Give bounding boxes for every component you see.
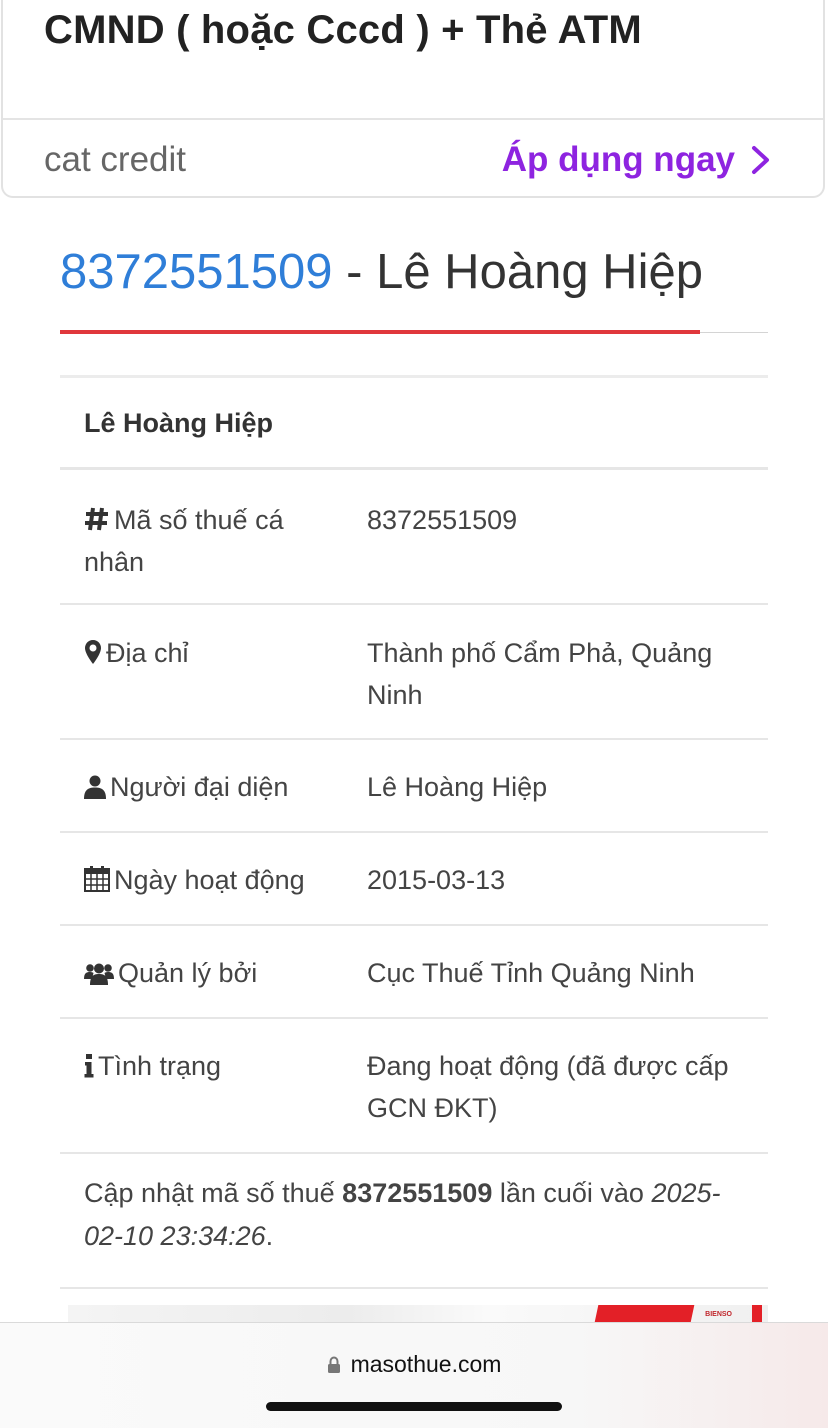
row-label: Địa chỉ (84, 632, 314, 674)
heading-underline (60, 330, 700, 334)
ad-brand: cat credit (44, 140, 186, 179)
title-separator: - (332, 245, 377, 299)
table-row-status: Tình trạng Đang hoạt động (đã được cấp G… (60, 1019, 768, 1154)
taxpayer-name: Lê Hoàng Hiệp (84, 408, 274, 438)
row-label: Quản lý bởi (84, 952, 314, 994)
table-row-tax-code: Mã số thuế cá nhân 8372551509 (60, 470, 768, 605)
update-note-code: 8372551509 (342, 1178, 493, 1208)
page-title: 8372551509 - Lê Hoàng Hiệp (60, 244, 703, 300)
update-note: Cập nhật mã số thuế 8372551509 lần cuối … (84, 1178, 721, 1251)
hash-icon (85, 507, 108, 531)
table-row-managed-by: Quản lý bởi Cục Thuế Tỉnh Quảng Ninh (60, 926, 768, 1019)
row-label: Người đại diện (84, 766, 314, 808)
ad-card[interactable]: CMND ( hoặc Cccd ) + Thẻ ATM cat credit … (1, 0, 825, 198)
table-row-representative: Người đại diện Lê Hoàng Hiệp (60, 740, 768, 833)
row-label: Ngày hoạt động (84, 859, 314, 901)
row-value: Cục Thuế Tỉnh Quảng Ninh (367, 958, 695, 988)
apply-now-button[interactable]: Áp dụng ngay (502, 140, 775, 180)
user-icon (84, 775, 106, 799)
url-display[interactable]: masothue.com (0, 1351, 828, 1378)
tax-code-link[interactable]: 8372551509 (60, 245, 333, 299)
info-icon (84, 1054, 94, 1078)
map-marker-icon (85, 640, 101, 664)
chevron-right-icon (752, 146, 769, 174)
row-value: 2015-03-13 (367, 865, 506, 895)
row-label: Mã số thuế cá nhân (84, 505, 284, 577)
title-name: Lê Hoàng Hiệp (376, 245, 703, 299)
home-indicator[interactable] (266, 1402, 562, 1411)
update-note-row: Cập nhật mã số thuế 8372551509 lần cuối … (60, 1154, 768, 1289)
ad-title: CMND ( hoặc Cccd ) + Thẻ ATM (44, 8, 642, 52)
table-row-active-date: Ngày hoạt động 2015-03-13 (60, 833, 768, 926)
url-text: masothue.com (350, 1351, 502, 1377)
row-value: Đang hoạt động (đã được cấp GCN ĐKT) (367, 1051, 729, 1123)
row-value: Thành phố Cẩm Phả, Quảng Ninh (367, 638, 713, 710)
table-row-address: Địa chỉ Thành phố Cẩm Phả, Quảng Ninh (60, 605, 768, 740)
lock-icon (327, 1356, 340, 1373)
apply-now-label: Áp dụng ngay (501, 140, 735, 179)
row-value: 8372551509 (367, 505, 518, 535)
table-header-row: Lê Hoàng Hiệp (60, 378, 768, 470)
browser-url-bar[interactable]: masothue.com (0, 1322, 828, 1428)
users-icon (84, 963, 114, 985)
ad-tiny-text: BIENSO (705, 1311, 732, 1318)
taxpayer-table: Lê Hoàng Hiệp Mã số thuế cá nhân 8372551… (60, 375, 768, 1289)
ad-divider (3, 118, 823, 120)
row-label: Tình trạng (84, 1045, 314, 1087)
row-value: Lê Hoàng Hiệp (367, 772, 548, 802)
calendar-icon (84, 866, 110, 892)
